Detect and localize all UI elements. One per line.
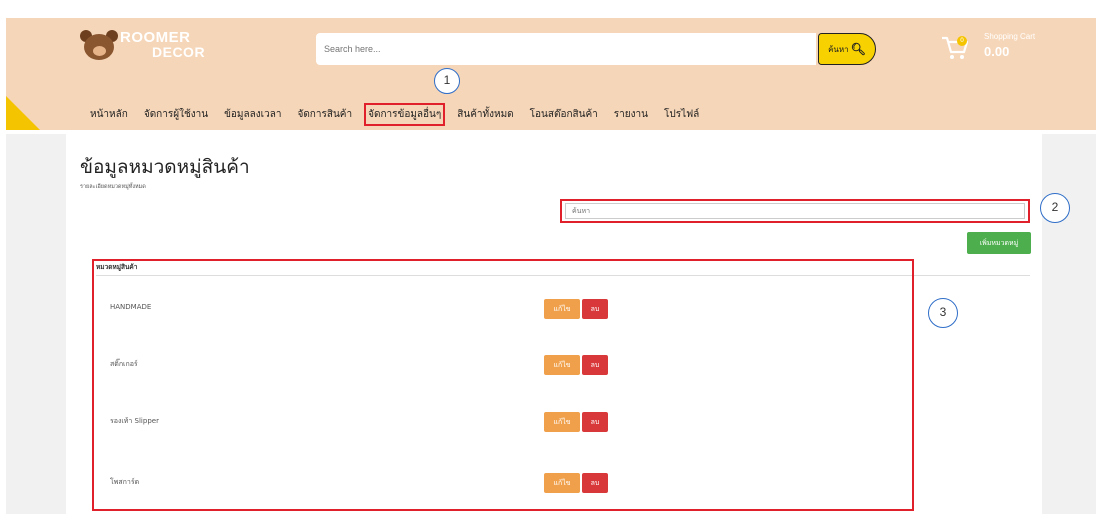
category-table-highlight bbox=[92, 259, 914, 511]
header-search-button[interactable]: ค้นหา 🔍︎ bbox=[818, 33, 876, 65]
cart-amount: 0.00 bbox=[984, 44, 1010, 59]
nav-item-transfer-stock[interactable]: โอนสต๊อกสินค้า bbox=[530, 107, 598, 122]
search-icon: 🔍︎ bbox=[850, 42, 866, 56]
logo-text: ROOMER DECOR bbox=[120, 29, 206, 60]
main-nav: หน้าหลัก จัดการผู้ใช้งาน ข้อมูลลงเวลา จั… bbox=[90, 102, 715, 126]
bear-logo-icon bbox=[80, 28, 118, 62]
top-strip bbox=[0, 0, 1102, 18]
logo-line1: ROOMER bbox=[120, 29, 191, 46]
nav-item-manage-users[interactable]: จัดการผู้ใช้งาน bbox=[144, 107, 208, 122]
add-category-button[interactable]: เพิ่มหมวดหมู่ bbox=[967, 232, 1031, 254]
callout-1: 1 bbox=[434, 68, 460, 94]
page-title: ข้อมูลหมวดหมู่สินค้า bbox=[80, 156, 250, 178]
yellow-corner-decoration bbox=[6, 96, 40, 130]
category-search-box bbox=[560, 199, 1030, 223]
category-search-input[interactable] bbox=[565, 203, 1025, 219]
nav-item-all-products[interactable]: สินค้าทั้งหมด bbox=[457, 107, 513, 122]
right-gutter bbox=[1042, 134, 1096, 514]
nav-item-reports[interactable]: รายงาน bbox=[614, 107, 648, 122]
cart-count-badge: 0 bbox=[957, 36, 967, 46]
search-button-label: ค้นหา bbox=[828, 44, 849, 54]
page-subtitle: รายละเอียดหมวดหมู่ทั้งหมด bbox=[80, 184, 146, 190]
callout-2: 2 bbox=[1040, 193, 1070, 223]
header-search-input[interactable] bbox=[316, 33, 816, 65]
left-gutter bbox=[6, 134, 66, 514]
nav-item-manage-other-data[interactable]: จัดการข้อมูลอื่นๆ bbox=[364, 102, 446, 126]
nav-item-time-records[interactable]: ข้อมูลลงเวลา bbox=[224, 107, 281, 122]
nav-item-profile[interactable]: โปรไฟล์ bbox=[664, 107, 699, 122]
logo-line2: DECOR bbox=[152, 44, 206, 60]
site-logo[interactable]: ROOMER DECOR bbox=[80, 28, 205, 62]
nav-item-home[interactable]: หน้าหลัก bbox=[90, 107, 128, 122]
cart-label: Shopping Cart bbox=[984, 32, 1036, 41]
page: ROOMER DECOR ค้นหา 🔍︎ 0 Shopping Cart 0.… bbox=[0, 0, 1102, 514]
callout-3: 3 bbox=[928, 298, 958, 328]
nav-item-manage-products[interactable]: จัดการสินค้า bbox=[297, 107, 352, 122]
